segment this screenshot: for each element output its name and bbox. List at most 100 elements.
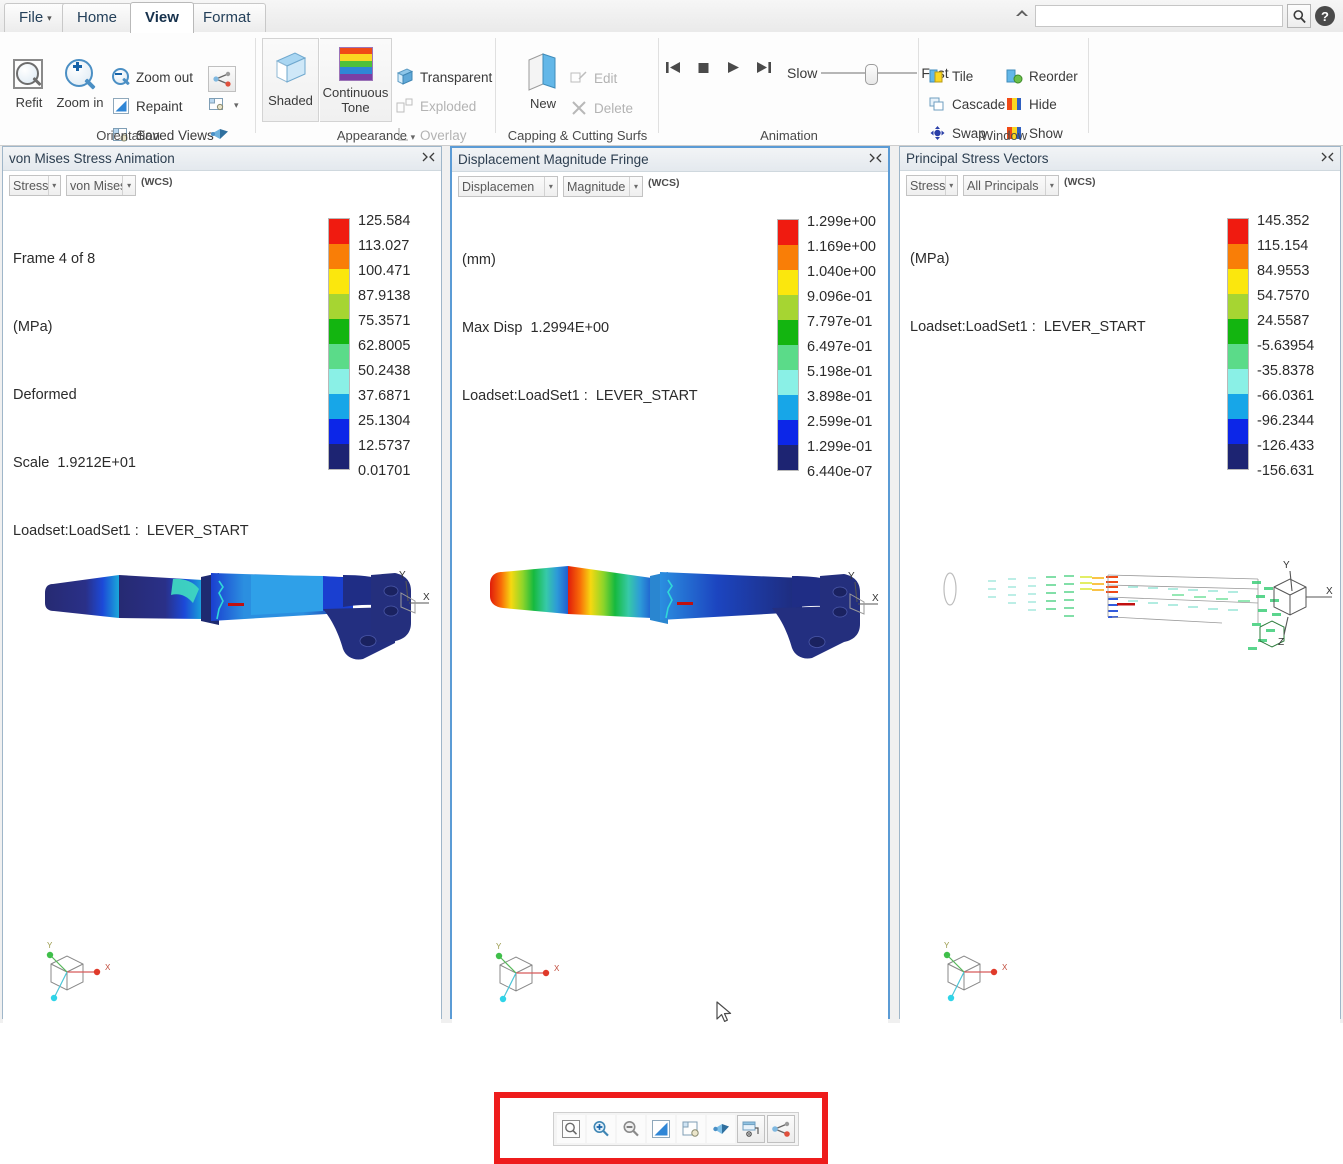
repaint-icon — [112, 97, 130, 115]
legend-label: -96.2344 — [1257, 413, 1315, 429]
tab-view-label: View — [145, 9, 179, 26]
named-view-button[interactable]: ▾ — [208, 96, 239, 114]
model-view-principal-stress[interactable]: X Y Z — [922, 551, 1337, 671]
edit-icon — [570, 70, 588, 86]
workspace: von Mises Stress Animation Stress ▾ von … — [0, 146, 1343, 1164]
help-icon[interactable]: ? — [1315, 6, 1335, 26]
orient-mode-view-button[interactable] — [707, 1115, 735, 1143]
saved-views-view-button[interactable] — [677, 1115, 705, 1143]
reorder-icon — [1006, 68, 1023, 84]
last-frame-button[interactable] — [755, 60, 772, 80]
legend-label: 125.584 — [358, 213, 411, 229]
zoom-in-magnifier-icon — [63, 58, 97, 92]
spin-center-view-button[interactable] — [767, 1115, 795, 1143]
svg-text:X: X — [872, 593, 879, 604]
speed-slider[interactable] — [821, 62, 918, 85]
wcs-label: (WCS) — [1064, 176, 1096, 188]
search-button[interactable] — [1287, 4, 1311, 28]
tab-file[interactable]: File ▾ — [4, 3, 67, 32]
svg-text:X: X — [105, 963, 111, 972]
component-combo[interactable]: von Mises ▾ — [66, 175, 136, 196]
edit-cut-button[interactable]: Edit — [570, 70, 617, 86]
panel-von-mises-info: Frame 4 of 8 (MPa) Deformed Scale 1.9212… — [13, 203, 249, 587]
chevron-down-icon[interactable]: ▾ — [411, 132, 416, 142]
refit-button[interactable]: Refit — [8, 58, 50, 110]
svg-text:Y: Y — [496, 942, 502, 951]
appearance-group-label: Appearance ▾ — [256, 128, 496, 143]
quantity-combo-value: Stress — [910, 178, 945, 193]
exploded-button[interactable]: Exploded — [396, 97, 476, 115]
zoom-in-button[interactable]: Zoom in — [52, 58, 108, 110]
chevron-down-icon[interactable]: ▾ — [543, 177, 557, 196]
exploded-icon — [396, 97, 414, 115]
refit-label: Refit — [15, 95, 43, 110]
continuous-tone-button[interactable]: Continuous Tone — [320, 38, 392, 122]
zoom-out-icon — [112, 68, 130, 86]
saved-views-icon — [682, 1121, 699, 1137]
tab-home[interactable]: Home — [62, 3, 133, 32]
close-window-icon[interactable] — [869, 152, 882, 167]
component-combo[interactable]: Magnitude ▾ — [563, 176, 643, 197]
collapse-ribbon-icon[interactable] — [1013, 7, 1031, 25]
chevron-down-icon[interactable]: ▾ — [944, 176, 957, 195]
chevron-down-icon[interactable]: ▾ — [1044, 176, 1058, 195]
legend-label: 0.01701 — [358, 463, 411, 479]
tab-view[interactable]: View — [130, 2, 194, 33]
model-view-von-mises[interactable]: X Y — [23, 551, 433, 671]
delete-cut-button[interactable]: Delete — [570, 100, 633, 116]
stop-button[interactable] — [696, 60, 711, 80]
play-button[interactable] — [725, 60, 741, 80]
named-view-icon — [208, 96, 228, 114]
first-frame-button[interactable] — [665, 60, 682, 80]
reorder-button[interactable]: Reorder — [1006, 68, 1078, 84]
display-style-button[interactable] — [737, 1115, 765, 1143]
legend-label: 113.027 — [358, 238, 410, 254]
new-cut-surface-icon — [521, 50, 565, 94]
quantity-combo[interactable]: Stress ▾ — [906, 175, 958, 196]
panel-principal-stress[interactable]: Principal Stress Vectors Stress ▾ All Pr… — [899, 146, 1341, 1042]
search-icon — [1292, 9, 1306, 23]
quantity-combo[interactable]: Stress ▾ — [9, 175, 61, 196]
close-window-icon[interactable] — [422, 151, 435, 166]
panel-von-mises[interactable]: von Mises Stress Animation Stress ▾ von … — [2, 146, 442, 1042]
tile-windows-icon — [929, 68, 946, 84]
cascade-label: Cascade — [952, 96, 1006, 112]
legend-labels: 1.299e+00 1.169e+00 1.040e+00 9.096e-01 … — [807, 210, 876, 485]
refit-view-button[interactable] — [557, 1115, 585, 1143]
spin-center-button[interactable] — [208, 66, 236, 92]
panel-displacement[interactable]: Displacement Magnitude Fringe Displaceme… — [450, 146, 890, 1041]
chevron-down-icon[interactable]: ▾ — [122, 176, 135, 195]
tile-button[interactable]: Tile — [929, 68, 973, 84]
search-input[interactable] — [1035, 5, 1283, 27]
slider-thumb[interactable] — [865, 64, 879, 85]
ribbon-group-appearance: Shaded Continuous Tone Transparent Explo… — [256, 32, 496, 145]
floating-view-toolbar[interactable] — [553, 1112, 799, 1146]
tab-format[interactable]: Format — [188, 3, 266, 32]
zoom-in-view-button[interactable] — [587, 1115, 615, 1143]
hide-icon — [1006, 96, 1023, 112]
repaint-button[interactable]: Repaint — [112, 97, 183, 115]
zoom-out-view-button[interactable] — [617, 1115, 645, 1143]
repaint-view-button[interactable] — [647, 1115, 675, 1143]
model-view-displacement[interactable]: X Y — [472, 552, 882, 672]
zoom-out-button[interactable]: Zoom out — [112, 68, 193, 86]
legend-label: 1.299e-01 — [807, 439, 873, 455]
hide-button[interactable]: Hide — [1006, 96, 1057, 112]
close-window-icon[interactable] — [1321, 151, 1334, 166]
ribbon: File ▾ Home View Format ? Refit Zoom in … — [0, 0, 1343, 146]
shaded-label: Shaded — [268, 93, 313, 108]
transparent-button[interactable]: Transparent — [396, 68, 492, 86]
chevron-down-icon[interactable]: ▾ — [629, 177, 642, 196]
new-cut-button[interactable]: New — [516, 50, 570, 111]
component-combo[interactable]: All Principals ▾ — [963, 175, 1059, 196]
svg-text:Y: Y — [399, 570, 406, 581]
shaded-button[interactable]: Shaded — [262, 38, 319, 122]
quantity-combo[interactable]: Displacemen ▾ — [458, 176, 558, 197]
chevron-down-icon[interactable]: ▾ — [47, 176, 60, 195]
animation-group-label: Animation — [760, 128, 818, 143]
chevron-down-icon[interactable]: ▾ — [234, 100, 239, 111]
continuous-tone-icon — [338, 47, 373, 81]
cascade-button[interactable]: Cascade — [929, 96, 1005, 112]
legend-label: 54.7570 — [1257, 288, 1310, 304]
transparent-label: Transparent — [420, 69, 493, 85]
